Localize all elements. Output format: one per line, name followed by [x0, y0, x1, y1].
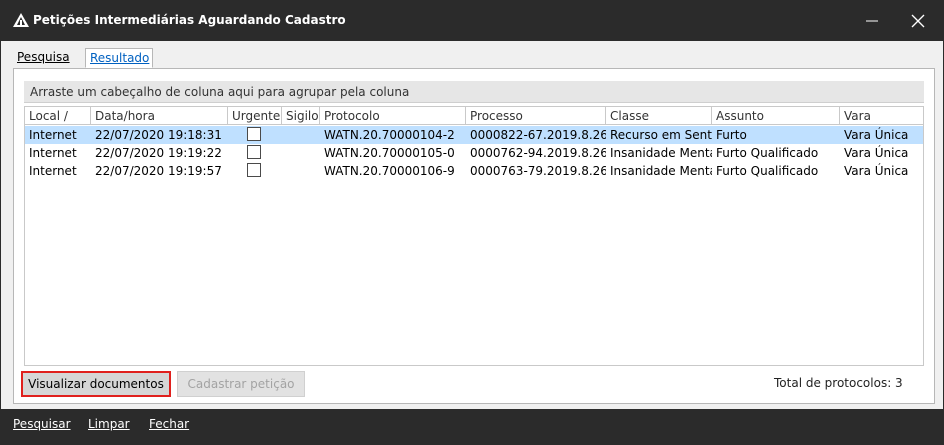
main-window: Petições Intermediárias Aguardando Cadas… [0, 0, 944, 445]
cell-vara: Vara Única [844, 164, 909, 178]
table-row[interactable]: Internet 22/07/2020 19:19:22 WATN.20.700… [25, 144, 923, 162]
cell-datahora: 22/07/2020 19:19:57 [95, 164, 222, 178]
column-header-protocolo[interactable]: Protocolo [320, 107, 466, 125]
urgente-checkbox[interactable] [247, 127, 261, 141]
cell-processo: 0000762-94.2019.8.26.0€ [470, 146, 606, 160]
column-header-assunto[interactable]: Assunto [712, 107, 840, 125]
footer-bar: Pesquisar Limpar Fechar [1, 409, 943, 445]
column-header-processo[interactable]: Processo [466, 107, 606, 125]
table-row[interactable]: Internet 22/07/2020 19:19:57 WATN.20.700… [25, 162, 923, 180]
cell-datahora: 22/07/2020 19:18:31 [95, 128, 222, 142]
limpar-link[interactable]: Limpar [88, 417, 130, 431]
cell-assunto: Furto Qualificado [716, 164, 819, 178]
title-bar: Petições Intermediárias Aguardando Cadas… [1, 1, 943, 41]
cell-classe: Recurso em Sentio [610, 128, 712, 142]
results-grid: Local / Data/hora Urgente Sigilo Protoco… [24, 106, 924, 366]
close-button[interactable] [895, 1, 941, 41]
cell-datahora: 22/07/2020 19:19:22 [95, 146, 222, 160]
pesquisar-link[interactable]: Pesquisar [13, 417, 71, 431]
result-panel: Arraste um cabeçalho de coluna aqui para… [13, 68, 935, 404]
urgente-checkbox[interactable] [247, 145, 261, 159]
action-bar: Visualizar documentos Cadastrar petição … [13, 369, 935, 399]
cell-local: Internet [29, 128, 77, 142]
column-header-classe[interactable]: Classe [606, 107, 712, 125]
cadastrar-peticao-button[interactable]: Cadastrar petição [177, 371, 305, 397]
cell-processo: 0000763-79.2019.8.26.0€ [470, 164, 606, 178]
cell-protocolo: WATN.20.70000104-2 [324, 128, 455, 142]
cell-classe: Insanidade Menta [610, 146, 712, 160]
grid-header: Local / Data/hora Urgente Sigilo Protoco… [25, 107, 923, 125]
cell-assunto: Furto [716, 128, 747, 142]
visualizar-documentos-button[interactable]: Visualizar documentos [21, 371, 171, 397]
cell-local: Internet [29, 164, 77, 178]
column-header-vara[interactable]: Vara [840, 107, 923, 125]
column-header-urgente[interactable]: Urgente [228, 107, 282, 125]
minimize-icon [866, 20, 878, 22]
app-logo-icon [13, 13, 29, 27]
minimize-button[interactable] [849, 1, 895, 41]
group-by-bar[interactable]: Arraste um cabeçalho de coluna aqui para… [24, 81, 924, 103]
fechar-link[interactable]: Fechar [149, 417, 189, 431]
urgente-checkbox[interactable] [247, 163, 261, 177]
cell-classe: Insanidade Menta [610, 164, 712, 178]
cell-assunto: Furto Qualificado [716, 146, 819, 160]
cell-vara: Vara Única [844, 146, 909, 160]
tab-resultado[interactable]: Resultado [85, 48, 153, 68]
cell-protocolo: WATN.20.70000105-0 [324, 146, 455, 160]
cell-vara: Vara Única [844, 128, 909, 142]
column-header-sigilo[interactable]: Sigilo [282, 107, 320, 125]
total-protocolos-label: Total de protocolos: 3 [774, 376, 903, 390]
column-header-datahora[interactable]: Data/hora [91, 107, 228, 125]
column-header-local[interactable]: Local / [25, 107, 91, 125]
cell-processo: 0000822-67.2019.8.26.0€ [470, 128, 606, 142]
table-row[interactable]: Internet 22/07/2020 19:18:31 WATN.20.700… [25, 126, 923, 144]
window-title: Petições Intermediárias Aguardando Cadas… [33, 13, 346, 27]
cell-protocolo: WATN.20.70000106-9 [324, 164, 455, 178]
cell-local: Internet [29, 146, 77, 160]
close-icon [911, 14, 925, 28]
tab-pesquisa[interactable]: Pesquisa [13, 48, 81, 68]
